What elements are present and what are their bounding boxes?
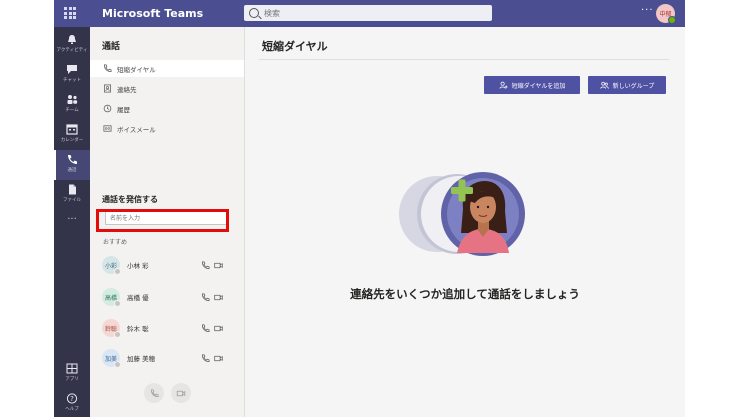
rail-label: チャット: [63, 78, 81, 83]
rail-item-calendar[interactable]: カレンダー: [54, 120, 90, 150]
search-input[interactable]: [264, 8, 484, 18]
rail-label: ファイル: [63, 198, 81, 203]
contact-item[interactable]: 鈴聡 鈴木 聡: [102, 318, 234, 338]
rail-label: ヘルプ: [65, 407, 79, 412]
app-launcher-icon[interactable]: [64, 7, 76, 19]
title-bar: Microsoft Teams ··· 中郁: [54, 0, 685, 27]
rail-more-icon[interactable]: ···: [54, 215, 90, 229]
file-icon: [69, 184, 76, 195]
phone-icon[interactable]: [201, 354, 210, 363]
rail-item-teams[interactable]: チーム: [54, 90, 90, 120]
button-label: 短縮ダイヤルを追加: [511, 82, 566, 90]
new-group-button[interactable]: 新しいグループ: [588, 76, 666, 94]
rail-label: カレンダー: [60, 138, 84, 143]
header-divider: [259, 59, 669, 60]
calendar-icon: [66, 124, 78, 135]
empty-state-message: 連絡先をいくつか追加して通話をしましょう: [350, 287, 580, 301]
search-box[interactable]: [244, 5, 492, 21]
video-icon[interactable]: [214, 261, 223, 270]
empty-state-illustration: [399, 172, 525, 256]
add-speed-dial-button[interactable]: 短縮ダイヤルを追加: [484, 76, 580, 94]
contact-item[interactable]: 加美 加藤 美穂: [102, 348, 234, 368]
nav-speed-dial[interactable]: 短縮ダイヤル: [90, 60, 244, 77]
add-person-icon: [499, 81, 508, 89]
video-icon[interactable]: [214, 354, 223, 363]
rail-item-activity[interactable]: アクティビティ: [54, 30, 90, 60]
page-title: 短縮ダイヤル: [262, 40, 328, 53]
contact-avatar: 小彩: [102, 256, 121, 275]
apps-icon: [66, 363, 78, 374]
rail-item-files[interactable]: ファイル: [54, 180, 90, 210]
presence-offline-icon: [114, 300, 121, 307]
contact-item[interactable]: 高橋 高橋 優: [102, 287, 234, 307]
video-icon[interactable]: [214, 324, 223, 333]
nav-label: 履歴: [117, 105, 130, 114]
recommended-label: おすすめ: [103, 239, 128, 246]
contact-name: 高橋 優: [127, 294, 149, 302]
contact-name: 鈴木 聡: [127, 325, 149, 333]
phone-icon[interactable]: [201, 324, 210, 333]
search-icon: [249, 8, 259, 18]
voicemail-icon: [102, 124, 112, 134]
svg-text:?: ?: [70, 395, 74, 403]
contact-name: 小林 彩: [127, 262, 149, 270]
nav-voicemail[interactable]: ボイスメール: [90, 120, 244, 137]
contact-name: 加藤 美穂: [127, 355, 156, 363]
teams-icon: [67, 95, 78, 104]
contact-avatar: 高橋: [102, 288, 121, 307]
contact-item[interactable]: 小彩 小林 彩: [102, 255, 234, 275]
app-rail: アクティビティ チャット チーム カレンダー 通話 ファイル ··· アプリ ?…: [54, 27, 90, 417]
rail-item-chat[interactable]: チャット: [54, 60, 90, 90]
teams-window: Microsoft Teams ··· 中郁 アクティビティ チャット: [54, 0, 685, 417]
highlight-box: [96, 209, 229, 232]
pane-title: 通話: [102, 42, 121, 52]
nav-label: 連絡先: [117, 85, 137, 94]
presence-available-icon: [668, 16, 676, 24]
call-button[interactable]: [144, 383, 164, 403]
speed-dial-icon: [102, 64, 112, 74]
phone-icon[interactable]: [201, 261, 210, 270]
rail-label: 通話: [67, 168, 77, 173]
group-icon: [600, 81, 609, 89]
video-icon: [176, 390, 186, 396]
button-label: 新しいグループ: [612, 82, 655, 90]
contacts-icon: [102, 84, 112, 94]
ellipsis-icon: ···: [67, 214, 77, 225]
nav-contacts[interactable]: 連絡先: [90, 80, 244, 97]
user-avatar[interactable]: 中郁: [656, 4, 676, 24]
speed-dial-panel: 短縮ダイヤル 短縮ダイヤルを追加 新しいグループ 連絡先をいくつか追加して通話を…: [245, 27, 685, 417]
rail-label: アクティビティ: [56, 48, 88, 53]
rail-label: アプリ: [65, 377, 79, 382]
bell-icon: [68, 35, 76, 44]
more-options-icon[interactable]: ···: [641, 5, 654, 16]
presence-offline-icon: [114, 361, 121, 368]
rail-label: チーム: [65, 108, 79, 113]
nav-label: 短縮ダイヤル: [117, 65, 156, 74]
rail-item-calls[interactable]: 通話: [54, 150, 90, 180]
make-call-title: 通話を発信する: [102, 195, 158, 204]
help-icon: ?: [66, 393, 78, 404]
phone-icon: [150, 388, 159, 397]
contact-avatar: 鈴聡: [102, 319, 121, 338]
phone-icon[interactable]: [201, 293, 210, 302]
rail-item-apps[interactable]: アプリ: [54, 359, 90, 389]
phone-icon: [68, 155, 77, 164]
history-icon: [102, 104, 112, 114]
video-call-button[interactable]: [171, 383, 191, 403]
presence-offline-icon: [114, 268, 121, 275]
nav-label: ボイスメール: [117, 125, 156, 134]
app-title: Microsoft Teams: [102, 7, 204, 20]
rail-item-help[interactable]: ? ヘルプ: [54, 389, 90, 417]
nav-history[interactable]: 履歴: [90, 100, 244, 117]
presence-offline-icon: [114, 331, 121, 338]
chat-icon: [67, 65, 77, 74]
calls-pane: 通話 短縮ダイヤル 連絡先 履歴 ボイスメール 通話を発信する 名前を入力 おす…: [90, 27, 245, 417]
contact-avatar: 加美: [102, 349, 121, 368]
video-icon[interactable]: [214, 293, 223, 302]
